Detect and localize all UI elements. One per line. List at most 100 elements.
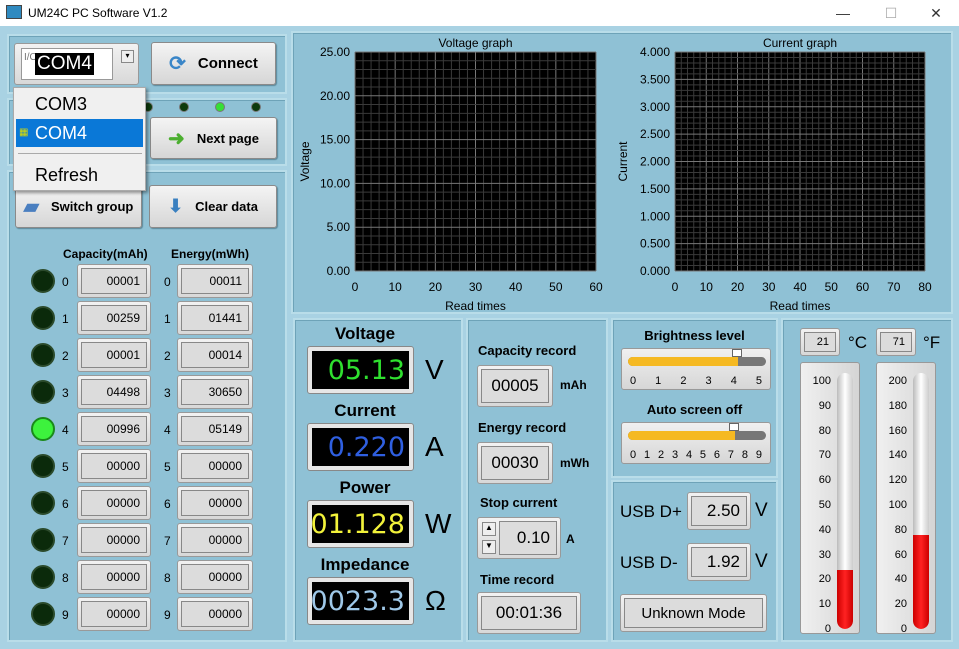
meter-value: 05.13	[312, 351, 409, 389]
capacity-value: 00000	[81, 564, 147, 590]
stop-current-stepper[interactable]: ▲ ▼ 0.10	[477, 517, 561, 559]
meter-value: 01.128	[311, 505, 409, 543]
y-tick-label: 0.500	[640, 237, 670, 251]
meter-display: 05.13	[307, 346, 414, 394]
time-record-value: 00:01:36	[481, 596, 577, 630]
y-tick-label: 2.000	[640, 155, 670, 169]
y-tick-label: 3.500	[640, 72, 670, 86]
x-tick-label: 20	[731, 280, 745, 294]
graphs-svg: 0 10 20 30 40 50 60 0.00 5.00 10.00 15.00 20.00 25.0…	[298, 36, 932, 313]
x-tick-label: 80	[918, 280, 932, 294]
brightness-slider[interactable]: 0 1 2 3 4 5	[621, 348, 771, 390]
energy-value: 00014	[181, 342, 249, 368]
capacity-value: 00000	[81, 601, 147, 627]
thermometer-tick-label: 0	[824, 623, 831, 635]
slider-thumb[interactable]	[732, 349, 742, 357]
stop-current-value[interactable]: 0.10	[499, 521, 557, 555]
energy-value: 00000	[181, 601, 249, 627]
meter-value: 0023.3	[311, 582, 409, 620]
y-tick-label: 2.500	[640, 127, 670, 141]
records-panel: Capacity record 00005 mAh Energy record …	[466, 318, 608, 642]
energy-value: 05149	[181, 416, 249, 442]
mode-value: Unknown Mode	[624, 598, 763, 628]
thermometer-tick-label: 180	[888, 399, 907, 412]
slider-tick-label: 4	[730, 375, 737, 387]
capacity-value: 00000	[81, 490, 147, 516]
thermometer-tick-label: 160	[888, 424, 907, 437]
x-axis-label: Read times	[445, 299, 506, 313]
group-index: 7	[164, 534, 171, 548]
temperature-panel: 21 °C 71 °F 100 90 80 70 60 50 40 30 20 10 0 200 18…	[781, 318, 953, 642]
capacity-record-title: Capacity record	[478, 343, 577, 358]
energy-field: 00000	[177, 486, 253, 520]
slider-tick-label: 9	[755, 449, 762, 461]
thermometer-tick-label: 120	[888, 474, 907, 487]
group-index: 6	[62, 497, 69, 511]
celsius-value: 21	[804, 332, 836, 352]
energy-value: 00000	[181, 490, 249, 516]
energy-value: 00000	[181, 564, 249, 590]
slider-tick-label: 0	[630, 449, 637, 461]
energy-record-title: Energy record	[478, 420, 567, 435]
thermometer-tick-label: 60	[818, 474, 831, 487]
slider-tick-label: 1	[643, 449, 651, 461]
thermometer-tick-label: 90	[818, 399, 831, 412]
x-tick-label: 40	[509, 280, 523, 294]
slider-tick-label: 3	[705, 375, 712, 387]
slider-tick-label: 2	[680, 375, 687, 387]
group-index: 9	[164, 608, 171, 622]
capacity-field: 00000	[77, 597, 151, 631]
capacity-record-value: 00005	[481, 369, 549, 403]
slider-thumb[interactable]	[729, 423, 740, 431]
x-tick-label: 70	[887, 280, 901, 294]
meter-display: 0.220	[307, 423, 414, 471]
thermometer-tick-label: 40	[894, 573, 907, 586]
capacity-record-unit: mAh	[560, 378, 587, 392]
stop-current-title: Stop current	[480, 495, 558, 510]
group-index: 5	[62, 460, 69, 474]
capacity-value: 00001	[81, 342, 147, 368]
meter-unit: Ω	[425, 585, 446, 616]
slider-tick-label: 5	[755, 375, 762, 387]
meter-value: 0.220	[312, 428, 409, 466]
y-tick-label: 5.00	[327, 220, 351, 234]
x-tick-label: 10	[700, 280, 714, 294]
energy-record-unit: mWh	[560, 456, 590, 470]
energy-record-field: 00030	[477, 442, 553, 484]
fahrenheit-field: 71	[876, 328, 916, 356]
y-tick-label: 15.00	[320, 133, 350, 147]
capacity-field: 00000	[77, 449, 151, 483]
capacity-field: 00996	[77, 412, 151, 446]
fahrenheit-value: 71	[880, 332, 912, 352]
group-index: 9	[62, 608, 69, 622]
capacity-field: 00000	[77, 486, 151, 520]
auto-screen-off-slider[interactable]: 0123456789	[621, 422, 771, 464]
x-tick-label: 50	[825, 280, 839, 294]
group-index: 3	[164, 386, 171, 400]
y-tick-label: 3.000	[640, 100, 670, 114]
capacity-field: 00000	[77, 523, 151, 557]
meters-panel: Voltage 05.13 V Current 0.220 A Power 01.128 W Im…	[293, 318, 463, 642]
capacity-value: 00000	[81, 527, 147, 553]
x-tick-label: 60	[589, 280, 603, 294]
stop-current-unit: A	[566, 532, 575, 546]
x-axis-label: Read times	[770, 299, 831, 313]
stepper-up-icon[interactable]: ▲	[482, 522, 496, 536]
current-graph-title: Current graph	[763, 36, 837, 50]
group-index: 3	[62, 386, 69, 400]
stepper-down-icon[interactable]: ▼	[482, 540, 496, 554]
group-index: 4	[62, 423, 69, 437]
thermometer-tick-label: 20	[818, 573, 831, 586]
thermometer-tick-label: 100	[812, 375, 831, 387]
fahrenheit-mercury	[913, 534, 929, 629]
group-index: 5	[164, 460, 171, 474]
group-led	[31, 602, 55, 626]
energy-record-value: 00030	[481, 446, 549, 480]
energy-field: 00000	[177, 560, 253, 594]
x-tick-label: 0	[672, 280, 679, 294]
capacity-field: 00000	[77, 560, 151, 594]
fahrenheit-thermometer: 200 180 160 140 120 100 80 60 40 20 0	[876, 362, 936, 635]
meter-title: Current	[334, 401, 396, 420]
thermometer-tick-label: 30	[818, 548, 831, 561]
capacity-field: 04498	[77, 375, 151, 409]
